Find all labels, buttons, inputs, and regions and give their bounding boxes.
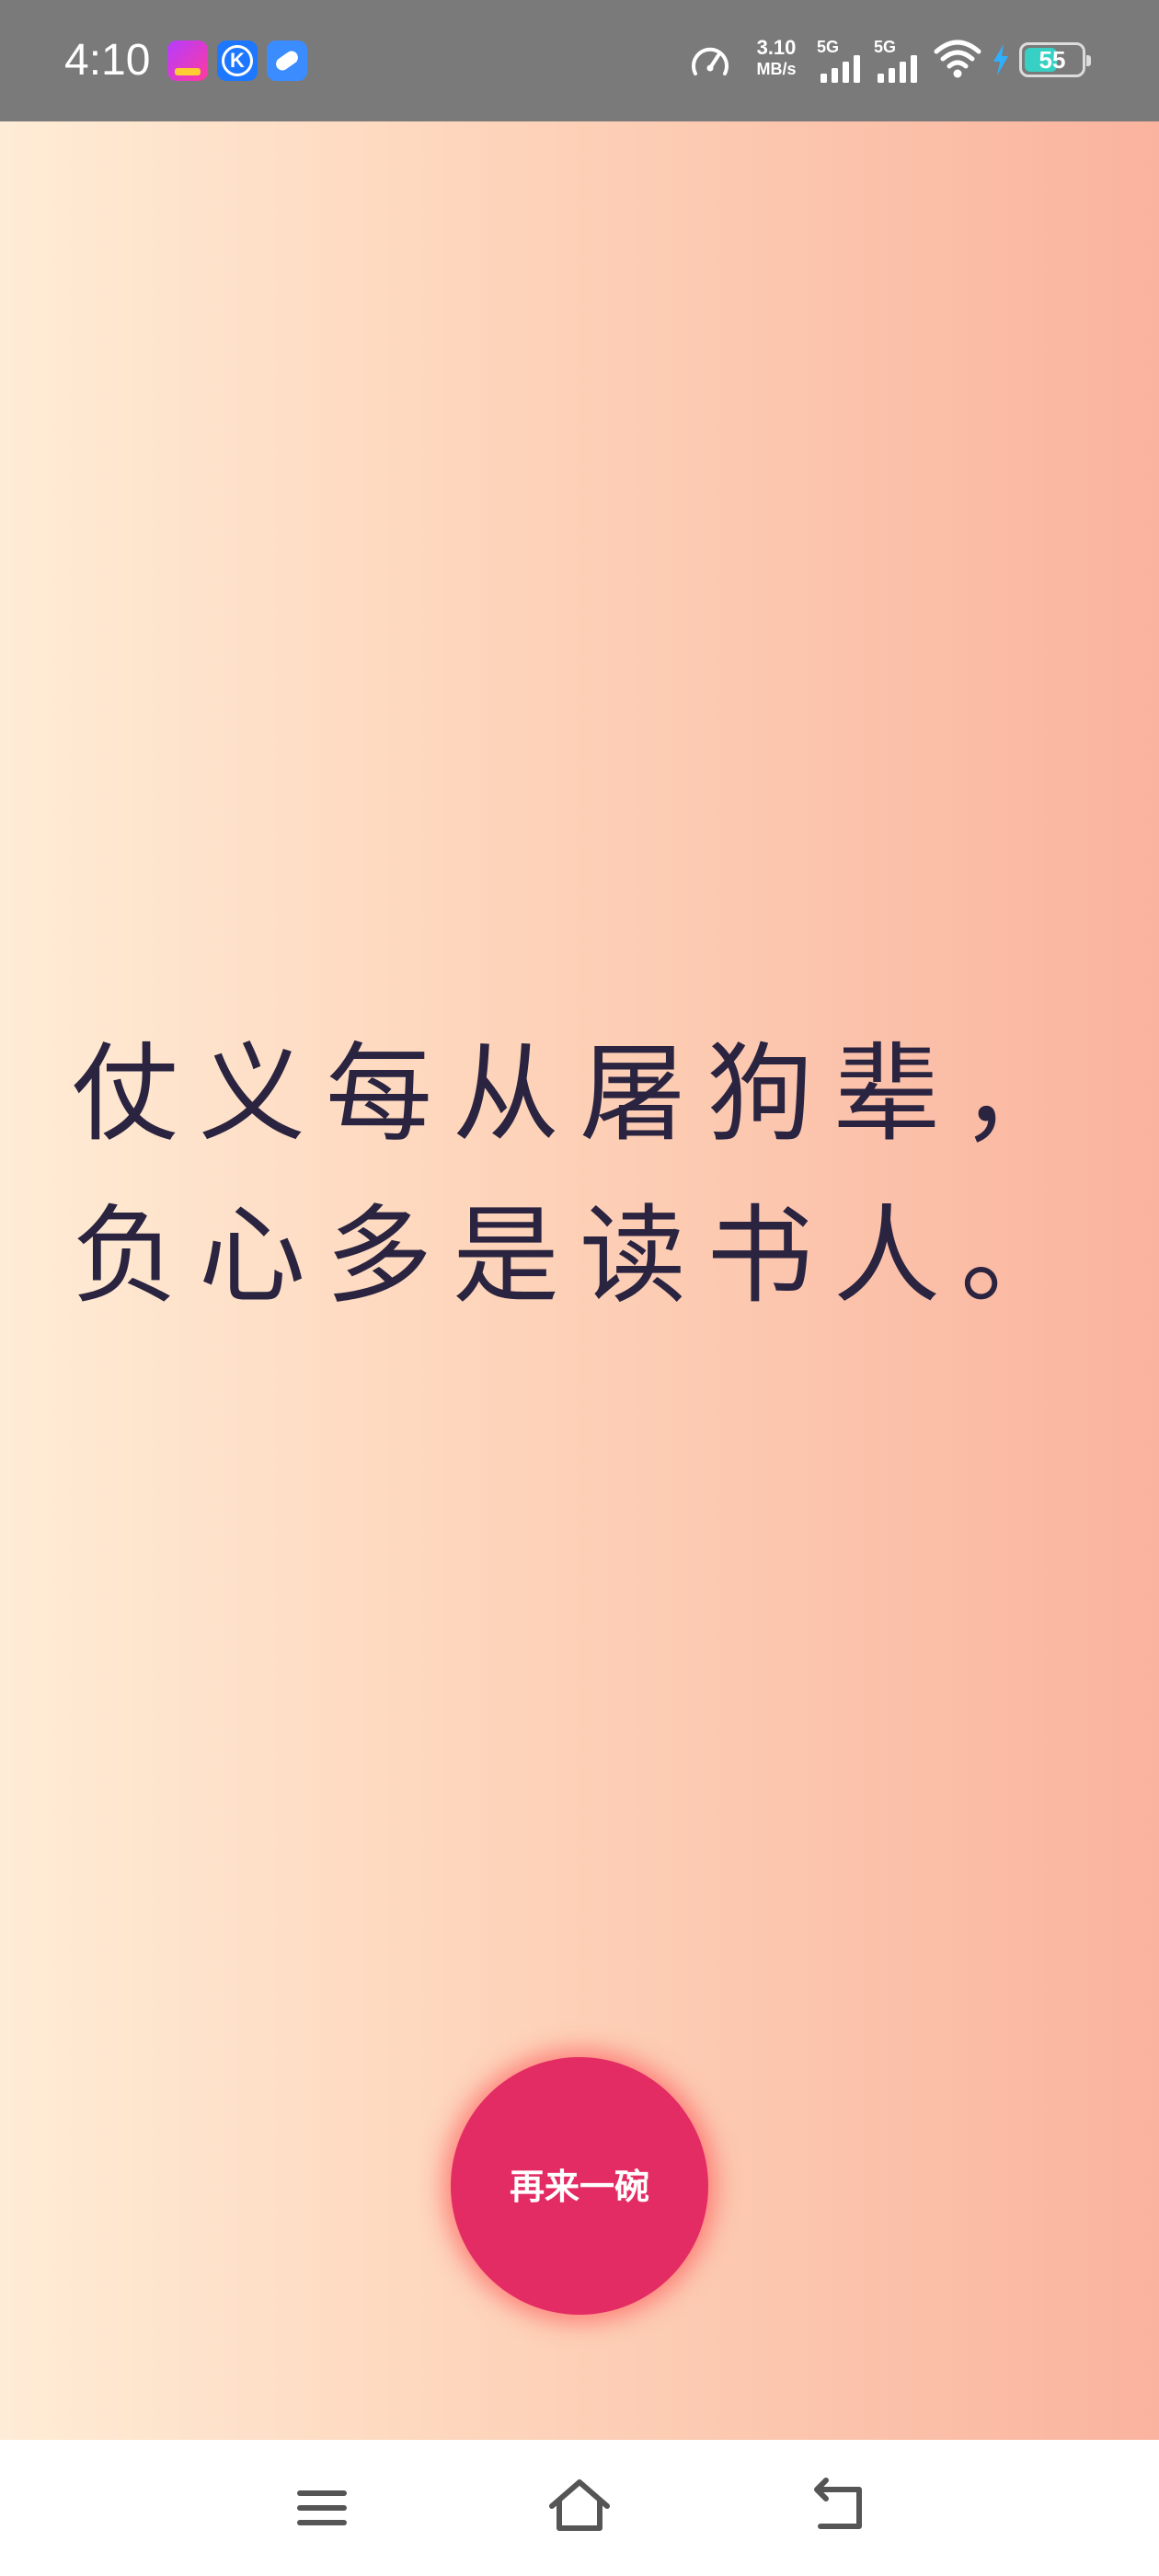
speedometer-icon	[692, 47, 729, 75]
menu-button[interactable]	[276, 2462, 368, 2554]
sim1-network-type: 5G	[817, 38, 840, 56]
quote-text: 仗义每从屠狗辈，负心多是读书人。	[72, 1032, 1087, 1318]
status-time: 4:10	[64, 36, 151, 85]
quote-screen: 仗义每从屠狗辈，负心多是读书人。 再来一碗	[0, 121, 1159, 2440]
navigation-bar	[0, 2440, 1159, 2576]
another-bowl-button[interactable]: 再来一碗	[451, 2057, 708, 2315]
charging-bolt-icon	[993, 44, 1008, 75]
network-speed: 3.10 MB/s	[749, 37, 804, 79]
game-app-icon	[167, 40, 208, 81]
signal-icon	[878, 55, 917, 83]
battery-icon: 55	[1019, 42, 1091, 77]
sim2-network-type: 5G	[874, 38, 897, 56]
k-app-icon: K	[217, 40, 258, 81]
battery-level: 55	[1039, 46, 1066, 74]
sim1-signal: 5G	[817, 39, 865, 83]
status-bar: 4:10 K 3.10 MB/s 5G 5G 55	[0, 0, 1159, 121]
back-icon	[814, 2478, 862, 2529]
network-speed-value: 3.10	[756, 36, 797, 59]
message-app-icon	[267, 40, 307, 81]
signal-icon	[820, 55, 860, 83]
home-button[interactable]	[534, 2462, 625, 2554]
wifi-icon	[934, 40, 981, 78]
home-icon	[549, 2479, 610, 2531]
menu-icon	[297, 2490, 347, 2525]
sim2-signal: 5G	[874, 39, 922, 83]
back-button[interactable]	[791, 2462, 883, 2554]
network-speed-unit: MB/s	[756, 60, 797, 78]
